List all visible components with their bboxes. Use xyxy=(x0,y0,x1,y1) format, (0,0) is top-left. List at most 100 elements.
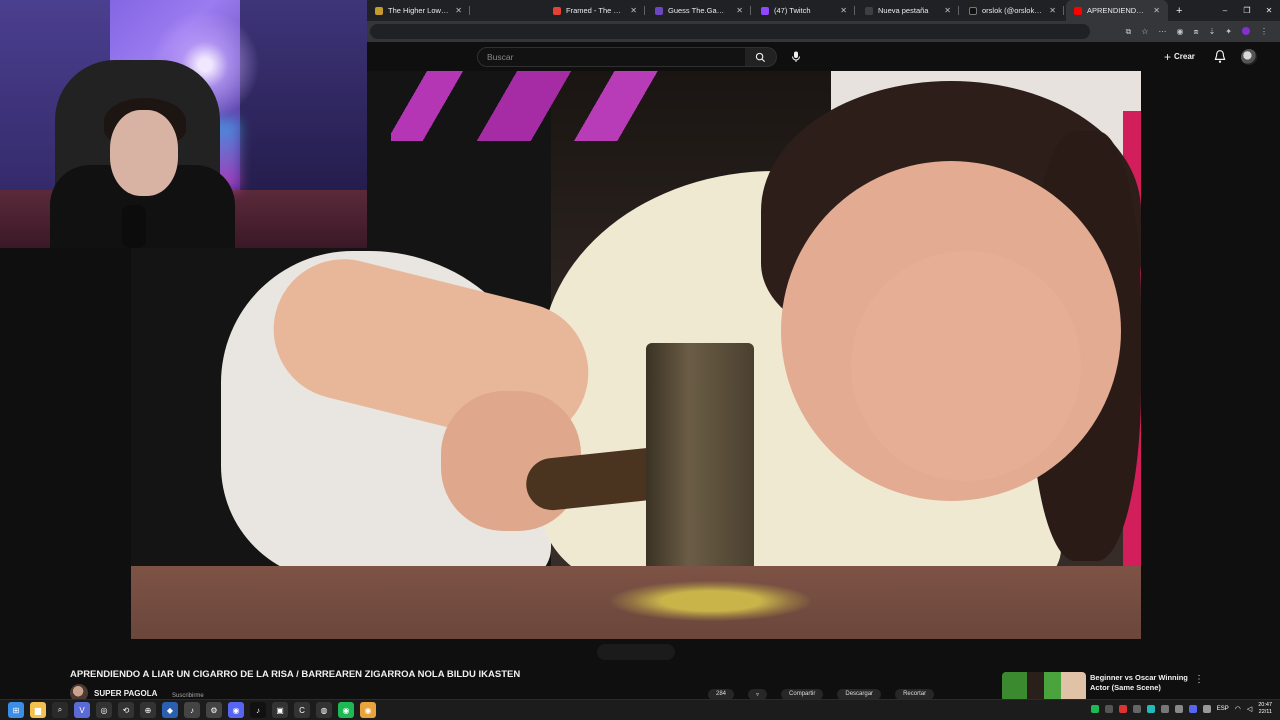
address-bar[interactable] xyxy=(370,24,1090,39)
recommended-video[interactable]: Beginner vs Oscar Winning Actor (Same Sc… xyxy=(1002,672,1272,702)
tab-label: orslok (@orslokx) | TikTok xyxy=(982,6,1043,15)
favicon-icon xyxy=(655,6,663,15)
recommended-thumbnail[interactable] xyxy=(1002,672,1086,702)
favicon-icon xyxy=(865,6,873,15)
voice-search-button[interactable] xyxy=(788,49,804,65)
spotify-icon[interactable]: ◉ xyxy=(338,702,354,718)
minimize-button[interactable]: – xyxy=(1214,0,1236,21)
twitch-icon xyxy=(761,6,769,15)
tray-icon[interactable] xyxy=(1174,705,1183,713)
hammer xyxy=(646,343,754,571)
browser-tab[interactable]: orslok (@orslokx) | TikTok ✕ xyxy=(961,0,1064,21)
tray-icon[interactable] xyxy=(1118,705,1127,713)
tray-icon[interactable] xyxy=(1146,705,1155,713)
discord-icon[interactable] xyxy=(1188,705,1197,713)
app-icon[interactable]: ▣ xyxy=(272,702,288,718)
close-icon[interactable]: ✕ xyxy=(944,6,951,15)
close-icon[interactable]: ✕ xyxy=(630,6,637,15)
browser-tab[interactable]: Nueva pestaña ✕ xyxy=(857,0,959,21)
clock[interactable]: 20:47 22/11 xyxy=(1258,702,1272,716)
close-icon[interactable]: ✕ xyxy=(455,6,462,15)
search-button[interactable] xyxy=(745,47,777,67)
search-icon[interactable]: ⌕ xyxy=(52,702,68,718)
microphone-icon xyxy=(792,51,800,62)
plus-icon: + xyxy=(1164,49,1172,64)
tab-label: Framed - The daily movie xyxy=(566,6,624,15)
search-input[interactable]: Buscar xyxy=(477,47,746,67)
youtube-icon xyxy=(1074,6,1082,15)
extensions-menu-icon[interactable]: ✦ xyxy=(1225,27,1232,36)
toolbar-icons: ⧉ ☆ ⋯ ◉ ⧈ ⇣ ✦ ⋮ xyxy=(1126,21,1268,42)
puzzle-icon[interactable]: ⧈ xyxy=(1194,27,1199,37)
extension-icon[interactable]: ⋯ xyxy=(1159,27,1167,36)
close-icon[interactable]: ✕ xyxy=(736,6,743,15)
browser-tab[interactable]: Guess The.Game #1288 ✕ xyxy=(647,0,751,21)
window-controls: – ❐ ✕ xyxy=(1214,0,1280,21)
volume-icon[interactable]: ◁ xyxy=(1247,705,1252,713)
tab-label: Nueva pestaña xyxy=(878,6,929,15)
extension-icon[interactable]: ◉ xyxy=(1177,27,1184,36)
clock-time: 20:47 xyxy=(1258,702,1272,708)
profile-icon[interactable] xyxy=(1242,26,1250,37)
more-options-icon[interactable]: ⋮ xyxy=(1194,674,1204,685)
app-icon[interactable]: V xyxy=(74,702,90,718)
close-icon[interactable]: ✕ xyxy=(1153,6,1160,15)
search-icon xyxy=(755,52,766,62)
browser-tab[interactable]: (47) Twitch ✕ xyxy=(753,0,855,21)
account-avatar[interactable] xyxy=(1241,49,1257,65)
screen: mes ✕ The Higher Lower Game ✕ Framed - T… xyxy=(0,0,1280,720)
recommended-title[interactable]: Beginner vs Oscar Winning Actor (Same Sc… xyxy=(1090,673,1200,693)
taskbar-apps: ⊞ ▆ ⌕ V ◎ ⟲ ⊕ ◆ ♪ ⚙ ◉ ♪ ▣ C ◍ ◉ ◉ xyxy=(8,702,376,718)
menu-icon[interactable]: ⋮ xyxy=(1260,27,1268,36)
tray-icon[interactable] xyxy=(1202,705,1211,713)
tiktok-icon[interactable]: ♪ xyxy=(250,702,266,718)
tab-label: (47) Twitch xyxy=(774,6,811,15)
bell-icon xyxy=(1214,50,1226,63)
app-icon[interactable]: ◆ xyxy=(162,702,178,718)
browser-tab-active[interactable]: APRENDIENDO A LIAR ✕ xyxy=(1066,0,1168,21)
tab-label: The Higher Lower Game xyxy=(388,6,449,15)
new-tab-button[interactable]: + xyxy=(1168,0,1190,21)
video-title: APRENDIENDO A LIAR UN CIGARRO DE LA RISA… xyxy=(70,669,521,680)
tab-label: Guess The.Game #1288 xyxy=(668,6,730,15)
close-icon[interactable]: ✕ xyxy=(840,6,847,15)
app-icon[interactable]: ⚙ xyxy=(206,702,222,718)
create-label: Crear xyxy=(1174,52,1195,61)
maximize-button[interactable]: ❐ xyxy=(1236,0,1258,21)
app-icon[interactable]: ◎ xyxy=(96,702,112,718)
bookmark-star-icon[interactable]: ☆ xyxy=(1141,27,1148,36)
microphone xyxy=(122,205,146,248)
app-icon[interactable]: ⊕ xyxy=(140,702,156,718)
app-icon[interactable]: ⟲ xyxy=(118,702,134,718)
clock-date: 22/11 xyxy=(1258,709,1272,715)
tray-icon[interactable] xyxy=(1090,705,1099,713)
favicon-icon xyxy=(553,6,561,15)
channel-name[interactable]: SUPER PAGOLA xyxy=(94,689,157,698)
language-indicator[interactable]: ESP xyxy=(1217,706,1229,712)
chrome-icon[interactable]: ◉ xyxy=(360,702,376,718)
file-explorer-icon[interactable]: ▆ xyxy=(30,702,46,718)
app-icon[interactable]: ◉ xyxy=(228,702,244,718)
tab-label: APRENDIENDO A LIAR xyxy=(1087,6,1147,15)
notifications-button[interactable] xyxy=(1213,49,1227,64)
tray-icon[interactable] xyxy=(1104,705,1113,713)
webcam-overlay xyxy=(0,0,367,248)
close-icon[interactable]: ✕ xyxy=(1049,6,1056,15)
close-window-button[interactable]: ✕ xyxy=(1258,0,1280,21)
windows-start-icon[interactable]: ⊞ xyxy=(8,702,24,718)
windows-taskbar: ⊞ ▆ ⌕ V ◎ ⟲ ⊕ ◆ ♪ ⚙ ◉ ♪ ▣ C ◍ ◉ ◉ ESP ◠ ◁ 20:47 22/11 xyxy=(0,699,1280,720)
download-icon[interactable]: ⇣ xyxy=(1209,27,1216,36)
app-icon[interactable]: C xyxy=(294,702,310,718)
tray-icon[interactable] xyxy=(1160,705,1169,713)
app-icon[interactable]: ◍ xyxy=(316,702,332,718)
tray-icon[interactable] xyxy=(1132,705,1141,713)
tiktok-icon xyxy=(969,6,977,15)
app-icon[interactable]: ♪ xyxy=(184,702,200,718)
wifi-icon[interactable]: ◠ xyxy=(1235,705,1241,713)
player-controls-hint[interactable] xyxy=(597,644,675,660)
browser-tab[interactable]: The Higher Lower Game ✕ xyxy=(367,0,470,21)
create-button[interactable]: + Crear xyxy=(1164,49,1195,64)
system-tray: ESP ◠ ◁ 20:47 22/11 xyxy=(1090,702,1272,716)
install-icon[interactable]: ⧉ xyxy=(1126,27,1132,37)
browser-tab[interactable]: Framed - The daily movie ✕ xyxy=(545,0,645,21)
